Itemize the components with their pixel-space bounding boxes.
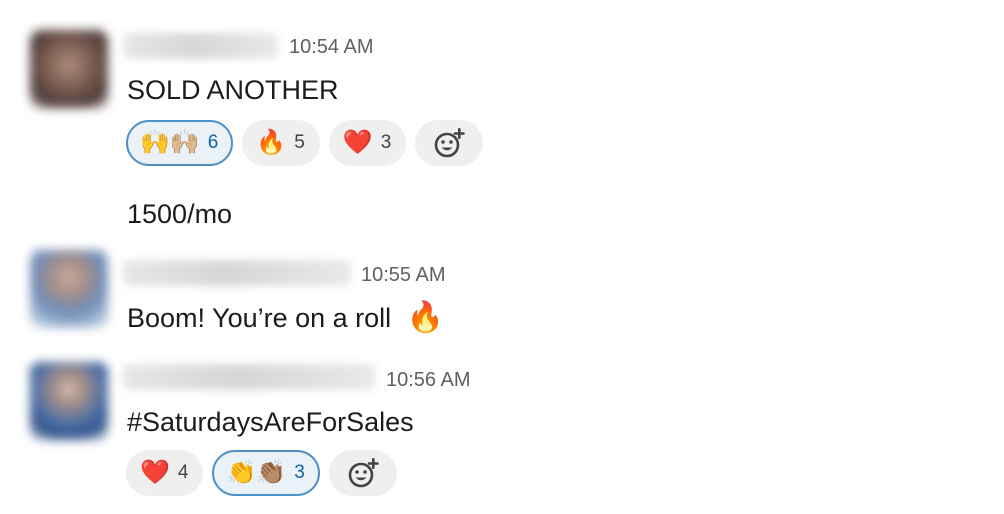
heart-icon: ❤️ [140,459,170,486]
avatar[interactable] [30,30,108,108]
message-timestamp[interactable]: 10:56 AM [386,367,471,393]
message-text: #SaturdaysAreForSales [127,407,414,437]
avatar[interactable] [30,250,108,328]
message-text: SOLD ANOTHER [127,75,339,105]
reaction-count: 3 [294,462,305,483]
add-reaction-button[interactable] [328,450,397,496]
add-reaction-icon [434,128,465,158]
reactions-bar: 🙌🙌🏼 6 🔥 5 ❤️ 3 [126,120,484,166]
reaction-heart[interactable]: ❤️ 4 [126,450,204,496]
reaction-clapping-hands[interactable]: 👏👏🏽 3 [212,450,320,496]
message-timestamp[interactable]: 10:54 AM [289,34,374,60]
reaction-heart[interactable]: ❤️ 3 [328,120,407,166]
reaction-count: 4 [177,462,189,483]
raised-hands-icon: 🙌🙌🏼 [140,129,200,156]
reaction-count: 6 [207,132,219,153]
avatar[interactable] [30,362,108,440]
sender-name-blurred[interactable] [123,33,278,59]
message-timestamp[interactable]: 10:55 AM [361,262,446,288]
reaction-raised-hands[interactable]: 🙌🙌🏼 6 [126,120,234,166]
sender-name-blurred[interactable] [123,260,351,286]
reactions-bar: ❤️ 4 👏👏🏽 3 [126,450,397,496]
message-text: Boom! You’re on a roll 🔥 [127,301,444,335]
reaction-count: 3 [380,132,392,153]
reaction-count: 5 [294,132,305,153]
reaction-fire[interactable]: 🔥 5 [242,120,320,166]
add-reaction-button[interactable] [415,120,484,166]
heart-icon: ❤️ [342,129,373,156]
message-followup-text: 1500/mo [127,199,233,229]
add-reaction-icon [348,458,379,488]
fire-icon: 🔥 [256,129,287,156]
sender-name-blurred[interactable] [123,364,375,390]
message-text-content: Boom! You’re on a roll [127,303,392,333]
fire-icon: 🔥 [406,301,445,334]
clapping-hands-icon: 👏👏🏽 [226,459,287,486]
